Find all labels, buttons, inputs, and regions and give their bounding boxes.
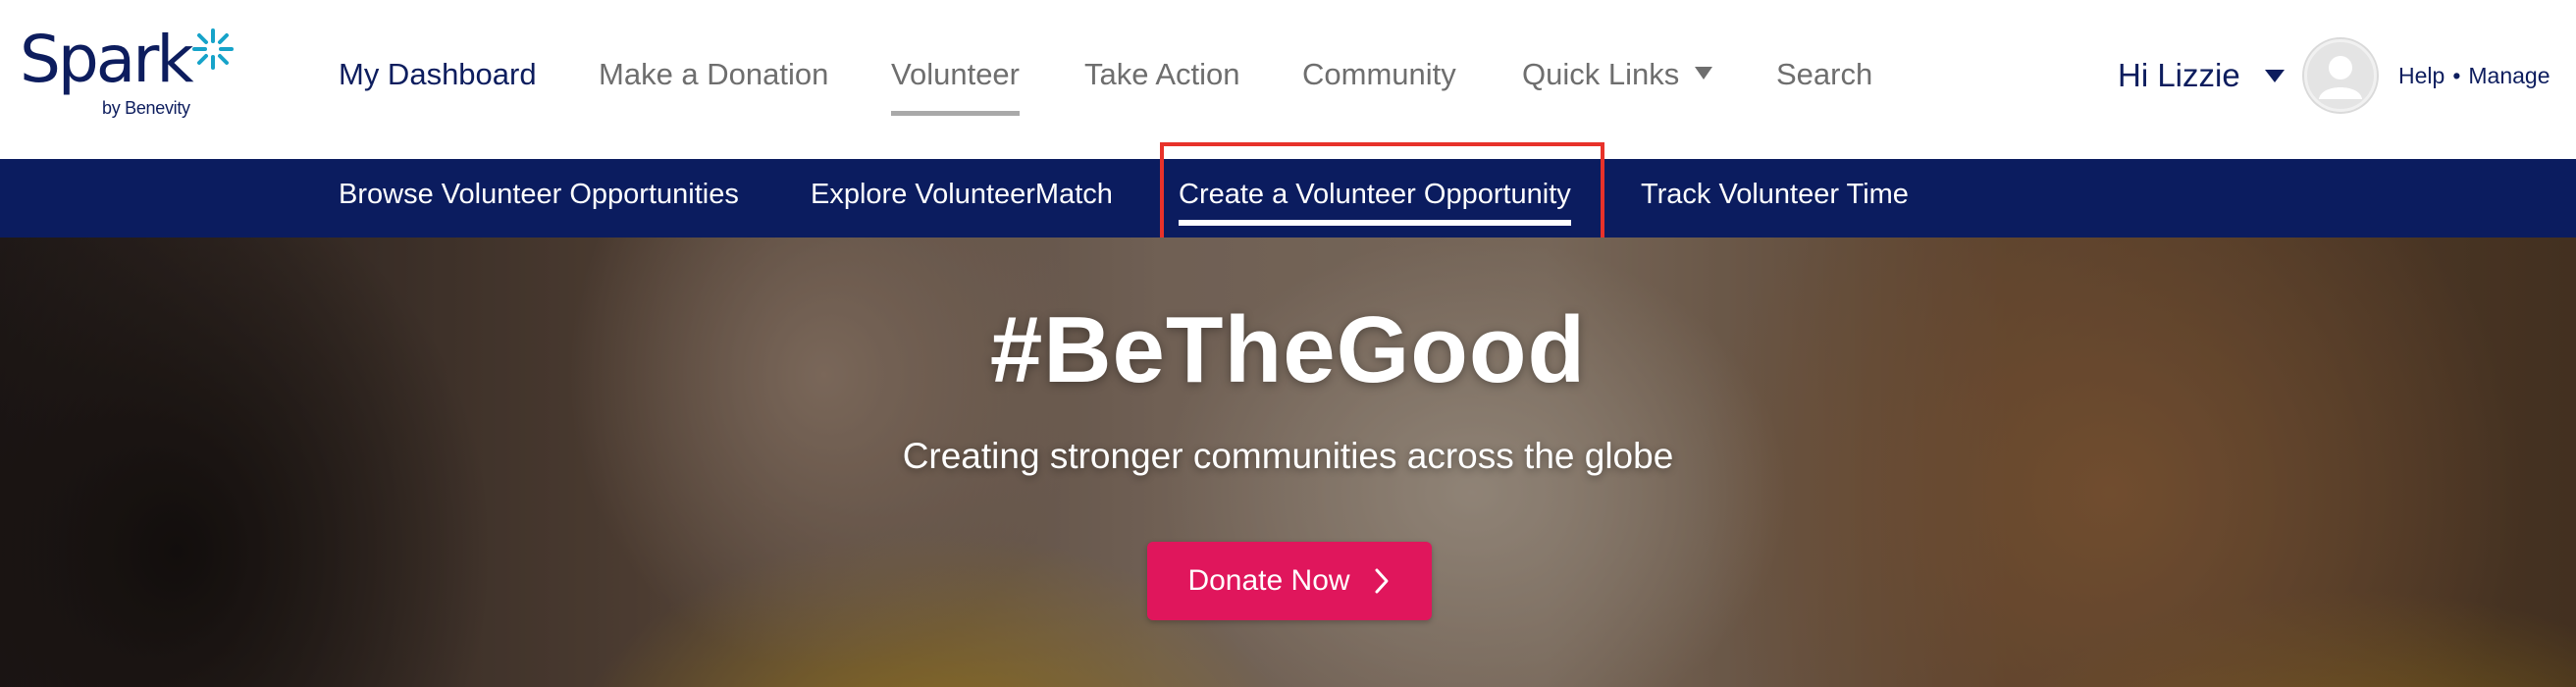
nav-community[interactable]: Community (1302, 57, 1456, 92)
nav-volunteer[interactable]: Volunteer (891, 57, 1020, 116)
nav-my-dashboard[interactable]: My Dashboard (339, 57, 537, 92)
volunteer-subnav: Browse Volunteer Opportunities Explore V… (0, 159, 2576, 238)
hero-title: #BeTheGood (989, 297, 1587, 402)
logo-subtitle: by Benevity (102, 98, 190, 118)
help-link[interactable]: Help (2398, 63, 2445, 88)
nav-quick-links[interactable]: Quick Links (1522, 57, 1713, 92)
help-manage-links: Help • Manage (2398, 63, 2550, 89)
spark-star-icon (192, 28, 234, 70)
subnav-explore-volunteermatch[interactable]: Explore VolunteerMatch (811, 179, 1113, 211)
donate-now-label: Donate Now (1187, 564, 1350, 597)
nav-take-action[interactable]: Take Action (1084, 57, 1240, 92)
manage-link[interactable]: Manage (2468, 63, 2550, 88)
avatar-silhouette-icon (2319, 56, 2362, 99)
caret-down-icon (1695, 67, 1713, 80)
donate-now-button[interactable]: Donate Now (1147, 542, 1432, 620)
user-avatar-icon[interactable] (2304, 39, 2377, 112)
subnav-track-time[interactable]: Track Volunteer Time (1641, 179, 1909, 211)
spark-logo[interactable]: Spark by Benevity (20, 27, 245, 126)
top-header: Spark by Benevity My Dashboard Make a Do… (0, 0, 2576, 159)
nav-search[interactable]: Search (1776, 57, 1872, 92)
chevron-right-icon (1375, 568, 1389, 594)
nav-quick-links-label: Quick Links (1522, 57, 1680, 91)
user-greeting[interactable]: Hi Lizzie (2118, 57, 2240, 94)
logo-wordmark: Spark (20, 22, 194, 97)
nav-make-a-donation[interactable]: Make a Donation (599, 57, 828, 92)
hero-banner: #BeTheGood Creating stronger communities… (0, 238, 2576, 687)
caret-down-icon[interactable] (2265, 70, 2285, 82)
link-separator: • (2452, 63, 2461, 88)
hero-subtitle: Creating stronger communities across the… (902, 436, 1674, 476)
subnav-create-opportunity[interactable]: Create a Volunteer Opportunity (1179, 179, 1571, 226)
subnav-browse-opportunities[interactable]: Browse Volunteer Opportunities (339, 179, 739, 211)
